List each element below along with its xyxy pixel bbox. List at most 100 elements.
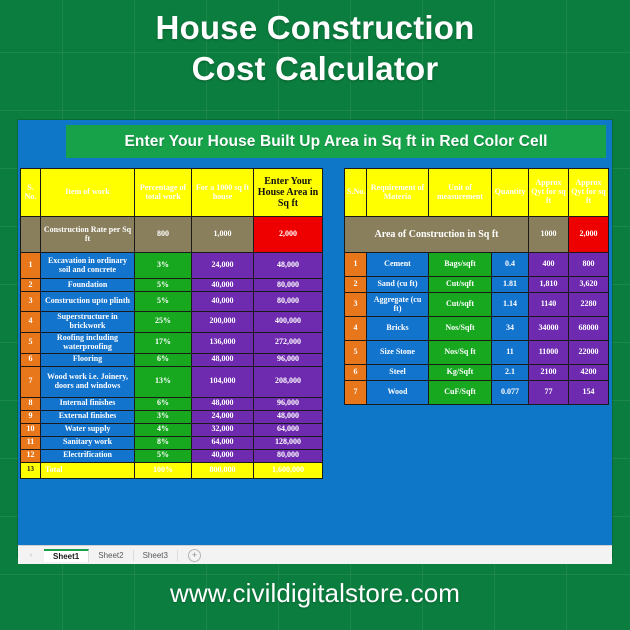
row-serial: 7	[344, 380, 367, 405]
row-approx-base: 1140	[528, 292, 569, 317]
spreadsheet-window[interactable]: Enter Your House Built Up Area in Sq ft …	[18, 120, 612, 557]
sheet-tab-bar[interactable]: ‹ Sheet1 Sheet2 Sheet3 +	[18, 545, 612, 564]
table-row[interactable]: 3 Aggregate (cu ft) Cut/sqft 1.14 1140 2280	[344, 292, 609, 317]
row-cost-for-1000: 104,000	[191, 365, 254, 398]
column-header: Enter Your House Area in Sq ft	[253, 168, 323, 217]
sheet-nav-arrow-icon[interactable]: ‹	[18, 552, 44, 559]
row-cost-for-1000: 40,000	[191, 278, 254, 292]
column-header: For a 1000 sq ft house	[191, 168, 254, 217]
material-requirement-table[interactable]: S.No. Requirement of Materia Unit of measu…	[344, 168, 609, 405]
construction-rate-row: Construction Rate per Sq ft 800 1,000 2,000	[20, 216, 323, 253]
instruction-banner: Enter Your House Built Up Area in Sq ft …	[66, 125, 606, 158]
row-cost-for-1000: 32,000	[191, 422, 254, 437]
row-cost-for-1000: 24,000	[191, 252, 254, 279]
cost-breakdown-table[interactable]: S. No. Item of work Percentage of total wo…	[20, 168, 323, 479]
table-row[interactable]: 8 Internal finishes 6% 48,000 96,000	[20, 396, 323, 411]
row-percentage: 5%	[134, 448, 192, 463]
row-percentage: 25%	[134, 311, 192, 333]
row-serial: 2	[20, 278, 41, 292]
total-your-area: 1,600,000	[253, 461, 323, 479]
row-cost-your-area: 64,000	[253, 422, 323, 437]
row-serial: 10	[20, 422, 41, 437]
row-percentage: 8%	[134, 435, 192, 450]
table-row[interactable]: 6 Flooring 6% 48,000 96,000	[20, 352, 323, 367]
row-cost-for-1000: 24,000	[191, 409, 254, 424]
row-item-of-work: Water supply	[40, 422, 135, 437]
row-cost-for-1000: 40,000	[191, 291, 254, 312]
rate-row-serial	[20, 216, 41, 253]
area-target-value[interactable]: 2,000	[568, 216, 609, 253]
page-title-line1: House Construction	[155, 9, 475, 46]
table-row[interactable]: 12 Electrification 5% 40,000 80,000	[20, 448, 323, 463]
row-item-of-work: Sanitary work	[40, 435, 135, 450]
row-item-of-work: Excavation in ordinary soil and concrete	[40, 252, 135, 279]
rate-row-for-1000: 1,000	[191, 216, 254, 253]
total-serial: 13	[20, 461, 41, 479]
row-cost-for-1000: 64,000	[191, 435, 254, 450]
row-approx-target: 2280	[568, 292, 609, 317]
your-area-input-cell[interactable]: 2,000	[253, 216, 323, 253]
row-unit: Cut/sqft	[428, 276, 492, 293]
total-percentage: 100%	[134, 461, 192, 479]
table-row[interactable]: 6 Steel Kg/Sqft 2.1 2100 4200	[344, 364, 609, 381]
table-row[interactable]: 5 Size Stone Nos/Sq ft 11 11000 22000	[344, 340, 609, 365]
row-item-of-work: Electrification	[40, 448, 135, 463]
row-quantity: 1.14	[491, 292, 529, 317]
table-row[interactable]: 3 Construction upto plinth 5% 40,000 80,000	[20, 291, 323, 312]
row-serial: 4	[344, 316, 367, 341]
row-approx-base: 2100	[528, 364, 569, 381]
row-approx-base: 34000	[528, 316, 569, 341]
table-header-row: S. No. Item of work Percentage of total wo…	[20, 168, 323, 217]
row-serial: 12	[20, 448, 41, 463]
row-approx-target: 68000	[568, 316, 609, 341]
table-row[interactable]: 7 Wood CuF/Sqft 0.077 77 154	[344, 380, 609, 405]
page-title-line2: Cost Calculator	[191, 49, 439, 87]
column-header: S.No.	[344, 168, 367, 217]
sheet-tab-sheet3[interactable]: Sheet3	[134, 549, 178, 561]
row-cost-your-area: 80,000	[253, 291, 323, 312]
sheet-tab-sheet2[interactable]: Sheet2	[89, 549, 134, 561]
table-row[interactable]: 9 External finishes 3% 24,000 48,000	[20, 409, 323, 424]
sheet-tab-sheet1[interactable]: Sheet1	[44, 548, 90, 562]
total-row: 13 Total 100% 800,000 1,600,000	[20, 461, 323, 479]
row-item-of-work: Internal finishes	[40, 396, 135, 411]
table-row[interactable]: 4 Superstructure in brickwork 25% 200,000 40…	[20, 311, 323, 333]
row-serial: 5	[344, 340, 367, 365]
column-header: Quantity	[491, 168, 529, 217]
row-item-of-work: Flooring	[40, 352, 135, 367]
row-item-of-work: Foundation	[40, 278, 135, 292]
table-row[interactable]: 7 Wood work i.e. Joinery, doors and windo…	[20, 365, 323, 398]
row-cost-your-area: 80,000	[253, 448, 323, 463]
row-unit: Cut/sqft	[428, 292, 492, 317]
table-row[interactable]: 11 Sanitary work 8% 64,000 128,000	[20, 435, 323, 450]
table-row[interactable]: 1 Cement Bags/sqft 0.4 400 800	[344, 252, 609, 277]
row-material: Size Stone	[366, 340, 429, 365]
row-cost-your-area: 128,000	[253, 435, 323, 450]
row-quantity: 1.81	[491, 276, 529, 293]
sheet-tab-list[interactable]: Sheet1 Sheet2 Sheet3	[44, 548, 178, 562]
table-row[interactable]: 5 Roofing including waterproofing 17% 136,0…	[20, 331, 323, 354]
row-percentage: 5%	[134, 278, 192, 292]
table-row[interactable]: 10 Water supply 4% 32,000 64,000	[20, 422, 323, 437]
table-header-row: S.No. Requirement of Materia Unit of measu…	[344, 168, 609, 217]
row-cost-your-area: 96,000	[253, 396, 323, 411]
row-cost-your-area: 48,000	[253, 252, 323, 279]
add-sheet-button[interactable]: +	[187, 548, 201, 562]
table-row[interactable]: 2 Foundation 5% 40,000 80,000	[20, 278, 323, 292]
row-serial: 11	[20, 435, 41, 450]
row-item-of-work: Construction upto plinth	[40, 291, 135, 312]
row-cost-your-area: 80,000	[253, 278, 323, 292]
row-approx-target: 22000	[568, 340, 609, 365]
row-item-of-work: Wood work i.e. Joinery, doors and window…	[40, 365, 135, 398]
table-row[interactable]: 4 Bricks Nos/Sqft 34 34000 68000	[344, 316, 609, 341]
row-percentage: 5%	[134, 291, 192, 312]
row-serial: 7	[20, 365, 41, 398]
column-header: Approx Qyt for sq ft	[528, 168, 569, 217]
website-url: www.civildigitalstore.com	[169, 578, 461, 608]
table-row[interactable]: 1 Excavation in ordinary soil and concret…	[20, 252, 323, 279]
row-quantity: 11	[491, 340, 529, 365]
total-for-1000: 800,000	[191, 461, 254, 479]
table-row[interactable]: 2 Sand (cu ft) Cut/sqft 1.81 1,810 3,620	[344, 276, 609, 293]
column-header: Approx Qyt for sq ft	[568, 168, 609, 217]
row-approx-base: 77	[528, 380, 569, 405]
